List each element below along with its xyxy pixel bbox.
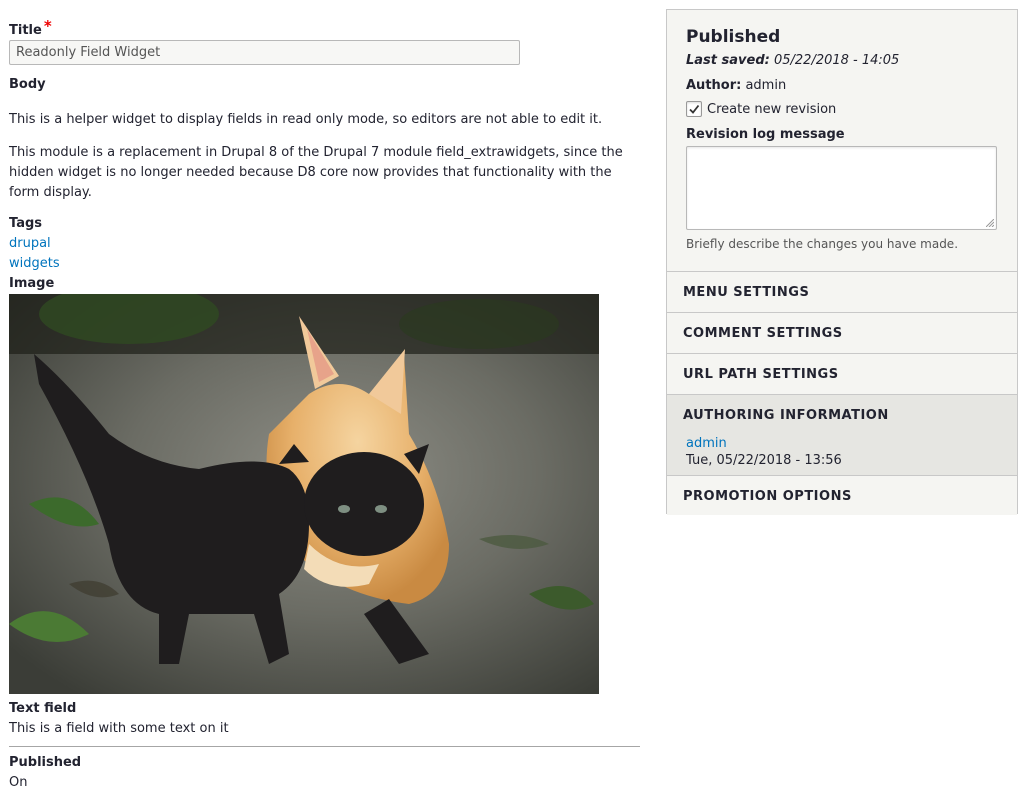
author-value: admin — [745, 78, 787, 93]
text-field-label: Text field — [9, 701, 77, 716]
menu-settings-title[interactable]: MENU SETTINGS — [683, 285, 809, 300]
body-label: Body — [9, 77, 46, 92]
published-value: On — [9, 775, 28, 790]
revision-log-textarea[interactable] — [686, 146, 997, 230]
comment-settings-title[interactable]: COMMENT SETTINGS — [683, 326, 843, 341]
tag-link-widgets[interactable]: widgets — [9, 256, 60, 271]
comment-settings-section[interactable]: COMMENT SETTINGS — [667, 312, 1017, 352]
url-path-settings-title[interactable]: URL PATH SETTINGS — [683, 367, 839, 382]
tags-label: Tags — [9, 216, 43, 231]
image-label: Image — [9, 276, 55, 291]
kitten-image — [9, 294, 599, 694]
authoring-information-section[interactable]: AUTHORING INFORMATION admin Tue, 05/22/2… — [667, 394, 1017, 475]
last-saved: Last saved: 05/22/2018 - 14:05 — [686, 53, 899, 68]
kitten-illustration — [9, 294, 599, 694]
promotion-options-section[interactable]: PROMOTION OPTIONS — [667, 475, 1017, 515]
meta-header: Published Last saved: 05/22/2018 - 14:05… — [667, 10, 1017, 271]
new-revision-checkbox-row[interactable]: Create new revision — [686, 101, 836, 117]
last-saved-label: Last saved: — [686, 53, 770, 68]
node-meta-sidebar: Published Last saved: 05/22/2018 - 14:05… — [666, 9, 1018, 515]
publish-status: Published — [686, 27, 781, 47]
resize-handle-icon[interactable] — [986, 219, 994, 227]
authoring-information-title[interactable]: AUTHORING INFORMATION — [683, 408, 889, 423]
body-paragraph: This module is a replacement in Drupal 8… — [9, 145, 623, 200]
authoring-user-link[interactable]: admin — [686, 436, 727, 451]
tag-link-drupal[interactable]: drupal — [9, 236, 51, 251]
revision-log-description: Briefly describe the changes you have ma… — [686, 237, 959, 251]
required-mark: * — [43, 17, 52, 35]
new-revision-checkbox[interactable] — [686, 101, 702, 117]
url-path-settings-section[interactable]: URL PATH SETTINGS — [667, 353, 1017, 393]
divider — [9, 746, 640, 747]
author-label: Author: — [686, 78, 742, 93]
title-label: Title * — [9, 17, 52, 38]
title-input[interactable]: Readonly Field Widget — [9, 40, 520, 65]
text-field-value: This is a field with some text on it — [9, 721, 229, 736]
revision-log-label: Revision log message — [686, 127, 845, 142]
checkmark-icon — [689, 104, 700, 114]
new-revision-label[interactable]: Create new revision — [707, 102, 836, 117]
menu-settings-section[interactable]: MENU SETTINGS — [667, 271, 1017, 311]
promotion-options-title[interactable]: PROMOTION OPTIONS — [683, 489, 852, 504]
authoring-date: Tue, 05/22/2018 - 13:56 — [686, 453, 842, 468]
body-paragraph: This is a helper widget to display field… — [9, 112, 603, 127]
published-label: Published — [9, 755, 82, 770]
last-saved-value: 05/22/2018 - 14:05 — [773, 53, 900, 68]
author-info: Author: admin — [686, 78, 786, 93]
